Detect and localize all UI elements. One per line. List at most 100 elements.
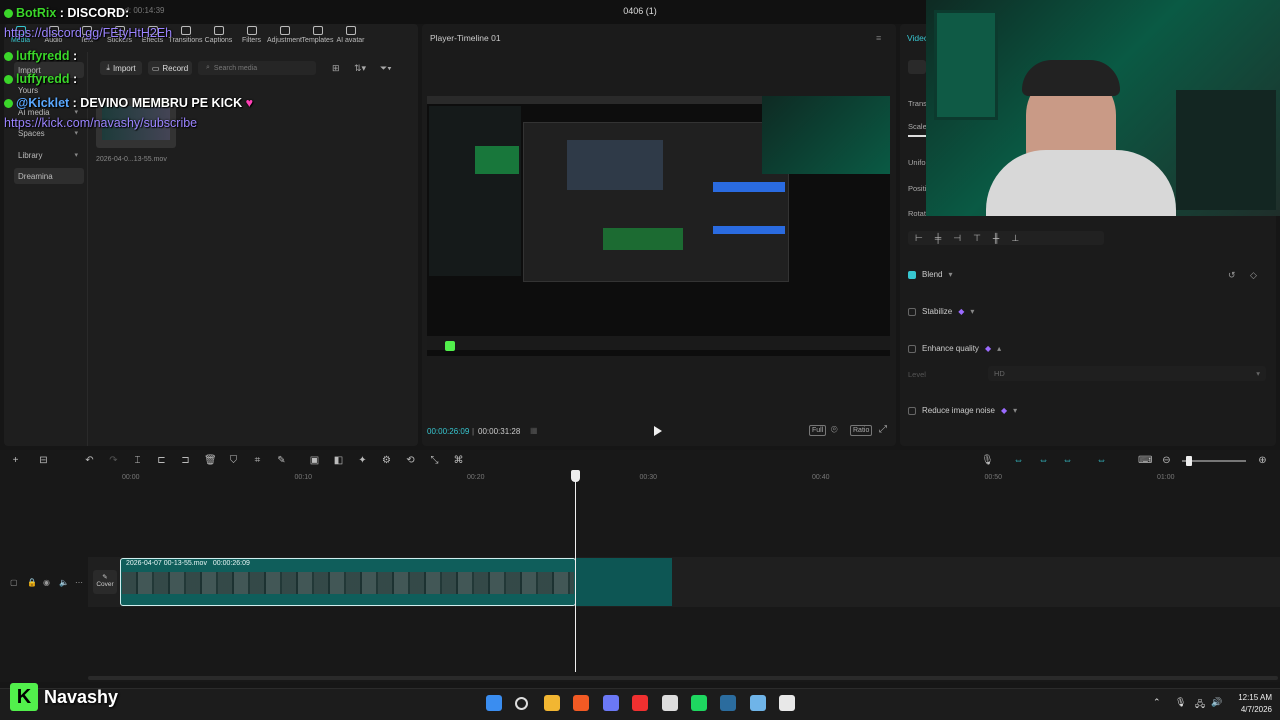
streamer-brand: K Navashy <box>10 682 118 712</box>
caption-icon[interactable]: ⌨ <box>1138 455 1152 466</box>
reduce-noise-row[interactable]: Reduce image noise ◆ ▾ <box>908 406 1017 415</box>
microphone-icon[interactable]: 🎙 <box>1175 697 1186 708</box>
record-button[interactable]: ▭ Record <box>148 61 192 75</box>
project-title[interactable]: 0406 (1) <box>560 6 720 16</box>
zoom-in-icon[interactable]: ⊕ <box>1257 455 1268 466</box>
align-right-icon[interactable]: ⊣ <box>953 233 961 244</box>
ratio-button[interactable]: Ratio <box>850 425 873 436</box>
search-media-input[interactable]: ⌕ Search media <box>198 61 316 75</box>
sidebar-item-dreamina[interactable]: Dreamina <box>14 168 84 184</box>
freeze-icon[interactable]: ▣ <box>309 455 320 466</box>
sidebar-item-library[interactable]: Library ▾ <box>14 147 84 163</box>
file-explorer-icon[interactable] <box>544 695 560 711</box>
level-select[interactable]: HD ▾ <box>988 366 1266 381</box>
discord-icon[interactable] <box>603 695 619 711</box>
reset-icon[interactable]: ↺ <box>1228 270 1236 281</box>
timecode-grid-icon[interactable]: ▦ <box>530 426 538 435</box>
blend-row[interactable]: Blend ▾ <box>908 270 952 279</box>
resize-icon[interactable]: ⤡ <box>429 455 440 466</box>
redo-icon[interactable]: ↷ <box>108 455 119 466</box>
fullscreen-icon[interactable]: ⤢ <box>879 424 887 435</box>
snapshot-icon[interactable]: ⌾ <box>831 424 838 437</box>
blend-checkbox[interactable] <box>908 270 916 279</box>
add-icon[interactable]: + <box>10 455 21 466</box>
zoom-slider-handle[interactable] <box>1186 456 1192 466</box>
split-left-icon[interactable]: ⊏ <box>156 455 167 466</box>
brave-icon[interactable] <box>573 695 589 711</box>
chat-link[interactable]: https://kick.com/navashy/subscribe <box>4 116 197 130</box>
chevron-up-icon[interactable]: ⌃ <box>1153 697 1161 708</box>
enhance-quality-row[interactable]: Enhance quality ◆ ▴ <box>908 344 1001 353</box>
playhead-handle[interactable] <box>571 470 580 482</box>
magnet-icon[interactable]: ⇔ <box>1013 455 1024 466</box>
tab-templates[interactable]: Templates <box>301 26 334 52</box>
timeline-scrollbar[interactable] <box>88 676 1278 680</box>
split-right-icon[interactable]: ⊐ <box>180 455 191 466</box>
link-icon[interactable]: ⇔ <box>1038 455 1049 466</box>
ruler-tick-label: 00:20 <box>467 474 485 481</box>
align-left-icon[interactable]: ⊢ <box>915 233 923 244</box>
tab-transitions[interactable]: Transitions <box>169 26 203 52</box>
tab-captions[interactable]: Captions <box>202 26 235 52</box>
marker-icon[interactable]: ⛉ <box>228 455 239 466</box>
microphone-icon[interactable]: 🎙 <box>981 455 994 466</box>
import-button[interactable]: ⤓ Import <box>100 61 142 75</box>
delete-icon[interactable]: 🗑 <box>204 455 217 466</box>
notepad-icon[interactable] <box>750 695 766 711</box>
clock-time[interactable]: 12:15 AM <box>1224 693 1272 702</box>
reverse-icon[interactable]: ⟲ <box>405 455 416 466</box>
network-icon[interactable]: 🖧 <box>1195 697 1205 713</box>
filter-icon[interactable]: ⏷▾ <box>380 63 392 74</box>
align-center-icon[interactable]: ╪ <box>935 233 941 243</box>
tab-adjustment[interactable]: Adjustment <box>267 26 302 52</box>
chat-link[interactable]: https://discord.gg/FEtyHtH2Eh <box>4 26 172 40</box>
mirror-icon[interactable]: ◧ <box>333 455 344 466</box>
magic-icon[interactable]: ✦ <box>357 455 368 466</box>
scale-slider[interactable] <box>908 135 926 137</box>
full-button[interactable]: Full <box>809 425 827 436</box>
eye-icon[interactable]: ◉ <box>43 578 50 587</box>
sort-icon[interactable]: ⇅▾ <box>354 63 366 74</box>
undo-icon[interactable]: ↶ <box>84 455 95 466</box>
snap-icon[interactable]: ⇔ <box>1096 455 1107 466</box>
track-visibility-icon[interactable]: ▢ <box>10 578 18 587</box>
crop-icon[interactable]: ⌗ <box>252 455 263 466</box>
search-icon[interactable] <box>515 697 528 710</box>
more-icon[interactable]: ⋯ <box>75 578 83 587</box>
align-middle-icon[interactable]: ╫ <box>993 233 999 243</box>
menu-icon[interactable]: ≡ <box>876 33 881 43</box>
stabilize-checkbox[interactable] <box>908 307 916 316</box>
enhance-quality-checkbox[interactable] <box>908 344 916 353</box>
tab-filters[interactable]: Filters <box>235 26 268 52</box>
play-button[interactable] <box>653 425 663 437</box>
windows-start-icon[interactable] <box>486 695 502 711</box>
capcut-icon[interactable] <box>779 695 795 711</box>
chrome-icon[interactable] <box>662 695 678 711</box>
stabilize-row[interactable]: Stabilize ◆ ▾ <box>908 307 974 316</box>
tab-ai-avatar[interactable]: AI avatar <box>334 26 367 52</box>
keyframe-icon[interactable]: ◇ <box>1250 270 1257 281</box>
draw-icon[interactable]: ✎ <box>276 455 287 466</box>
speaker-icon[interactable]: 🔊 <box>1211 697 1222 708</box>
steam-icon[interactable] <box>720 695 736 711</box>
lock-icon[interactable]: 🔒 <box>27 578 37 587</box>
youtube-icon[interactable] <box>632 695 648 711</box>
layout-icon[interactable]: ⊟ <box>38 455 49 466</box>
uniform-label: Unifo <box>908 158 926 167</box>
reduce-noise-checkbox[interactable] <box>908 406 916 415</box>
cover-button[interactable]: ✎ Cover <box>93 570 117 594</box>
clock-date[interactable]: 4/7/2026 <box>1224 705 1272 714</box>
split-icon[interactable]: ⌶ <box>132 455 143 466</box>
align-bottom-icon[interactable]: ⊥ <box>1011 233 1019 244</box>
preview-axis-icon[interactable]: ⇔ <box>1062 455 1073 466</box>
grid-view-icon[interactable]: ⊞ <box>332 63 340 74</box>
volume-icon[interactable]: 🔈 <box>59 578 69 587</box>
speed-icon[interactable]: ⚙ <box>381 455 392 466</box>
align-top-icon[interactable]: ⊤ <box>973 233 981 244</box>
zoom-out-icon[interactable]: ⊖ <box>1161 455 1172 466</box>
panel-subtab[interactable] <box>908 60 926 74</box>
player-preview[interactable] <box>427 96 890 356</box>
ai-tool-icon[interactable]: ⌘ <box>453 455 464 466</box>
playhead[interactable] <box>575 470 576 672</box>
spotify-icon[interactable] <box>691 695 707 711</box>
